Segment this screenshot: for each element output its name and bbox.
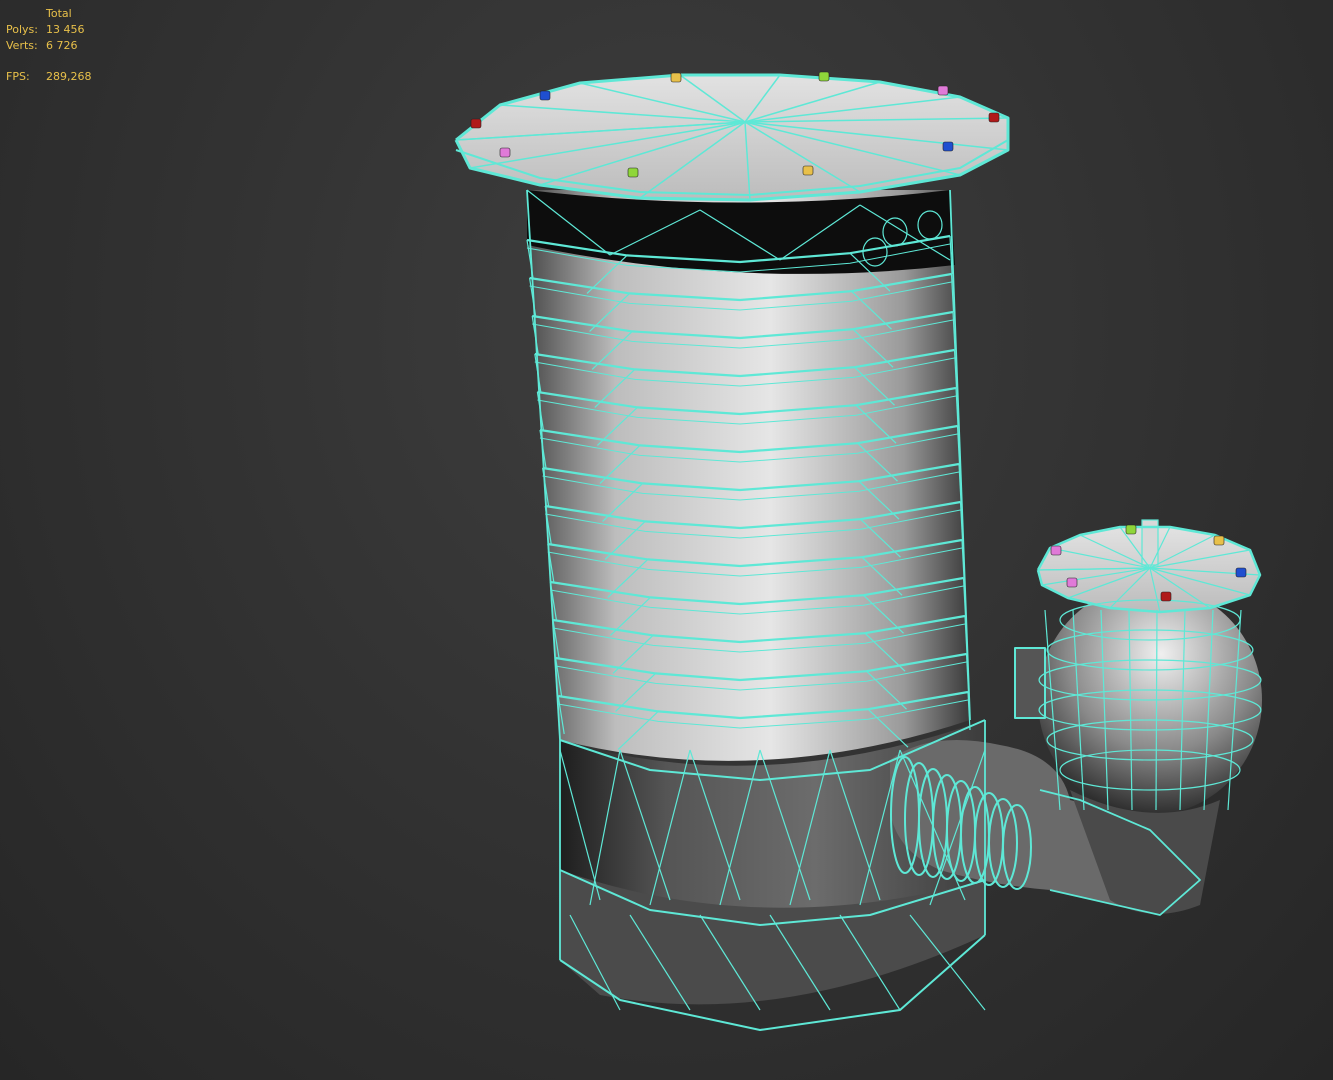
- vertex-marker: [942, 141, 954, 152]
- vertex-marker: [1125, 524, 1137, 535]
- vertex-marker: [470, 118, 482, 129]
- vertex-marker: [1235, 567, 1247, 578]
- vertex-marker: [1066, 577, 1078, 588]
- vertex-marker: [670, 72, 682, 83]
- vertex-marker: [988, 112, 1000, 123]
- vertex-marker: [1050, 545, 1062, 556]
- vertex-marker: [1213, 535, 1225, 546]
- viewport-3d[interactable]: [0, 0, 1333, 1080]
- pump-model[interactable]: [456, 75, 1262, 1005]
- vertex-marker: [627, 167, 639, 178]
- vertex-marker: [937, 85, 949, 96]
- vertex-marker: [1160, 591, 1172, 602]
- vertex-marker: [499, 147, 511, 158]
- vertex-marker: [539, 90, 551, 101]
- vertex-marker: [802, 165, 814, 176]
- vertex-marker: [818, 71, 830, 82]
